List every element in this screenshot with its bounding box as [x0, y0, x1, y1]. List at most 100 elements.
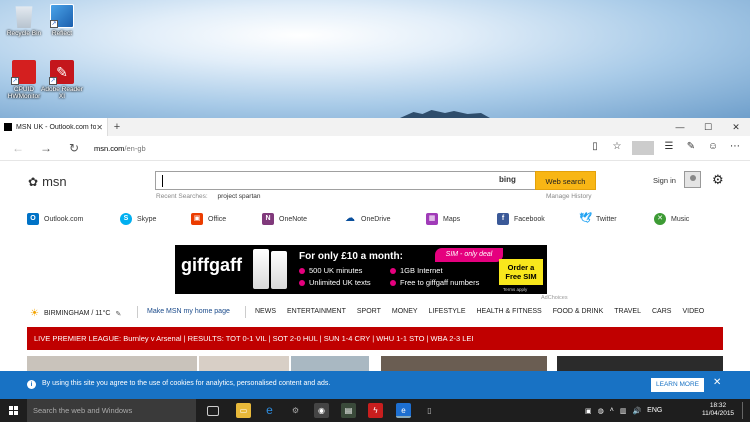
sim-card-image [253, 249, 269, 289]
network-icon[interactable]: ▥ [620, 407, 627, 415]
app-link-music[interactable]: ✕ Music [654, 213, 689, 225]
nav-video[interactable]: VIDEO [682, 308, 704, 315]
web-search-button[interactable]: Web search [535, 171, 596, 190]
ad-terms: Terms apply [503, 287, 528, 292]
nav-sport[interactable]: SPORT [357, 308, 381, 315]
bing-logo: bing [499, 175, 516, 184]
nav-health-fitness[interactable]: HEALTH & FITNESS [477, 308, 542, 315]
wallpaper-mountains [400, 110, 490, 118]
sign-in-link[interactable]: Sign in [653, 176, 676, 185]
search-input[interactable]: bing Web search [155, 171, 596, 190]
tray-app-icon[interactable]: ▣ [585, 407, 592, 415]
desktop-icon-label: CPUID HWMonitor [7, 86, 41, 100]
file-explorer-icon[interactable]: ▭ [236, 403, 251, 418]
app-link-skype[interactable]: S Skype [120, 213, 156, 225]
giffgaff-ad-banner[interactable]: giffgaff For only £10 a month: 500 UK mi… [175, 245, 547, 294]
app-link-outlook[interactable]: O Outlook.com [27, 213, 83, 225]
new-tab-button[interactable]: + [108, 121, 126, 133]
sun-icon: ☀ [30, 308, 39, 319]
back-button[interactable]: ← [4, 141, 32, 155]
manage-history-link[interactable]: Manage History [546, 193, 592, 200]
close-cookie-icon[interactable]: ✕ [713, 377, 721, 388]
ad-feature: 500 UK minutes [299, 266, 362, 275]
settings-tool-icon[interactable]: ⚙ [288, 403, 303, 418]
web-note-icon[interactable]: ✎ [680, 141, 702, 155]
refresh-button[interactable]: ↻ [60, 141, 88, 155]
edge-browser-window: MSN UK - Outlook.com fo ✕ + — ☐ ✕ ← → ↻ … [0, 118, 750, 399]
twitter-icon: 🕊 [579, 213, 592, 224]
show-desktop-button[interactable] [742, 402, 748, 419]
address-bar[interactable]: msn.com/en-gb [88, 144, 584, 153]
internet-explorer-icon[interactable]: e [262, 403, 277, 418]
app-link-twitter[interactable]: 🕊 Twitter [579, 213, 617, 225]
weather-location: BIRMINGHAM / 11°C [43, 310, 111, 317]
gear-icon[interactable]: ⚙ [712, 172, 724, 188]
nav-travel[interactable]: TRAVEL [614, 308, 641, 315]
edge-taskbar-icon[interactable]: e [396, 403, 411, 418]
divider [137, 306, 138, 318]
ad-feature: 1GB Internet [390, 266, 443, 275]
onenote-icon: N [262, 213, 274, 225]
avatar[interactable] [684, 171, 701, 188]
ad-headline: For only £10 a month: [299, 251, 403, 262]
recent-searches-label: Recent Searches: [156, 193, 208, 200]
close-window-button[interactable]: ✕ [722, 118, 750, 136]
more-actions-icon[interactable]: ⋯ [724, 141, 746, 155]
ad-feature: Unlimited UK texts [299, 278, 371, 287]
msn-logo[interactable]: ✿ msn [28, 174, 67, 189]
app-link-office[interactable]: ▣ Office [191, 213, 226, 225]
app-icon[interactable]: ▤ [341, 403, 356, 418]
section-nav: NEWS ENTERTAINMENT SPORT MONEY LIFESTYLE… [255, 308, 715, 315]
nav-lifestyle[interactable]: LIFESTYLE [429, 308, 466, 315]
url-host: msn.com [94, 143, 125, 153]
reflect-shortcut[interactable]: ↗ Reflect [40, 4, 84, 37]
app-link-maps[interactable]: ▦ Maps [426, 213, 460, 225]
order-free-sim-button[interactable]: Order a Free SIM [499, 259, 543, 285]
adchoices-link[interactable]: AdChoices [541, 295, 568, 301]
minimize-button[interactable]: — [666, 118, 694, 136]
recent-search-item[interactable]: project spartan [217, 193, 260, 200]
nav-entertainment[interactable]: ENTERTAINMENT [287, 308, 346, 315]
nav-food-drink[interactable]: FOOD & DRINK [553, 308, 604, 315]
cookie-banner: i By using this site you agree to the us… [0, 371, 750, 399]
nav-money[interactable]: MONEY [392, 308, 418, 315]
nav-cars[interactable]: CARS [652, 308, 671, 315]
app-link-onenote[interactable]: N OneNote [262, 213, 307, 225]
app-window-icon[interactable]: ▯ [422, 403, 437, 418]
clock[interactable]: 18:32 11/04/2015 [702, 402, 734, 418]
app-label: Office [208, 215, 227, 223]
language-indicator[interactable]: ENG [647, 407, 662, 414]
tab-msn[interactable]: MSN UK - Outlook.com fo ✕ [0, 118, 108, 136]
hub-icon[interactable]: ☰ [658, 141, 680, 155]
up-arrow-icon[interactable]: ˄ [610, 407, 614, 414]
edit-pencil-icon[interactable]: ✎ [115, 310, 121, 318]
tray-app-icon[interactable]: ◍ [598, 407, 604, 415]
app-link-facebook[interactable]: f Facebook [497, 213, 545, 225]
desktop-icon-label: Recycle Bin [6, 30, 42, 37]
taskbar: Search the web and Windows ▭ e ⚙ ◉ ▤ ϟ e… [0, 399, 750, 422]
task-view-icon[interactable] [207, 406, 219, 416]
start-button[interactable] [0, 399, 26, 422]
taskbar-search-input[interactable]: Search the web and Windows [27, 399, 196, 422]
clock-time: 18:32 [709, 402, 727, 409]
forward-button[interactable]: → [32, 141, 60, 155]
make-home-page-link[interactable]: Make MSN my home page [147, 308, 230, 315]
maximize-button[interactable]: ☐ [694, 118, 722, 136]
volume-icon[interactable]: 🔊 [632, 407, 641, 415]
learn-more-button[interactable]: LEARN MORE [651, 378, 704, 392]
outlook-icon: O [27, 213, 39, 225]
nav-news[interactable]: NEWS [255, 308, 276, 315]
desktop-icon-label: Adobe Reader XI [41, 86, 83, 100]
live-score-ticker[interactable]: LIVE PREMIER LEAGUE: Burnley v Arsenal |… [27, 327, 723, 350]
recent-searches: Recent Searches: project spartan [156, 193, 260, 200]
feedback-smiley-icon[interactable]: ☺ [702, 141, 724, 155]
app-link-onedrive[interactable]: ☁ OneDrive [344, 213, 391, 225]
hwmonitor-taskbar-icon[interactable]: ϟ [368, 403, 383, 418]
favorite-star-icon[interactable]: ☆ [606, 141, 628, 155]
adobe-reader-shortcut[interactable]: ✎ ↗ Adobe Reader XI [40, 60, 84, 100]
close-tab-icon[interactable]: ✕ [96, 123, 103, 132]
weather-widget[interactable]: ☀ BIRMINGHAM / 11°C ✎ [30, 308, 121, 319]
app-icon[interactable]: ◉ [314, 403, 329, 418]
app-label: OneDrive [361, 215, 391, 223]
reading-view-icon[interactable]: ▯ [584, 141, 606, 155]
